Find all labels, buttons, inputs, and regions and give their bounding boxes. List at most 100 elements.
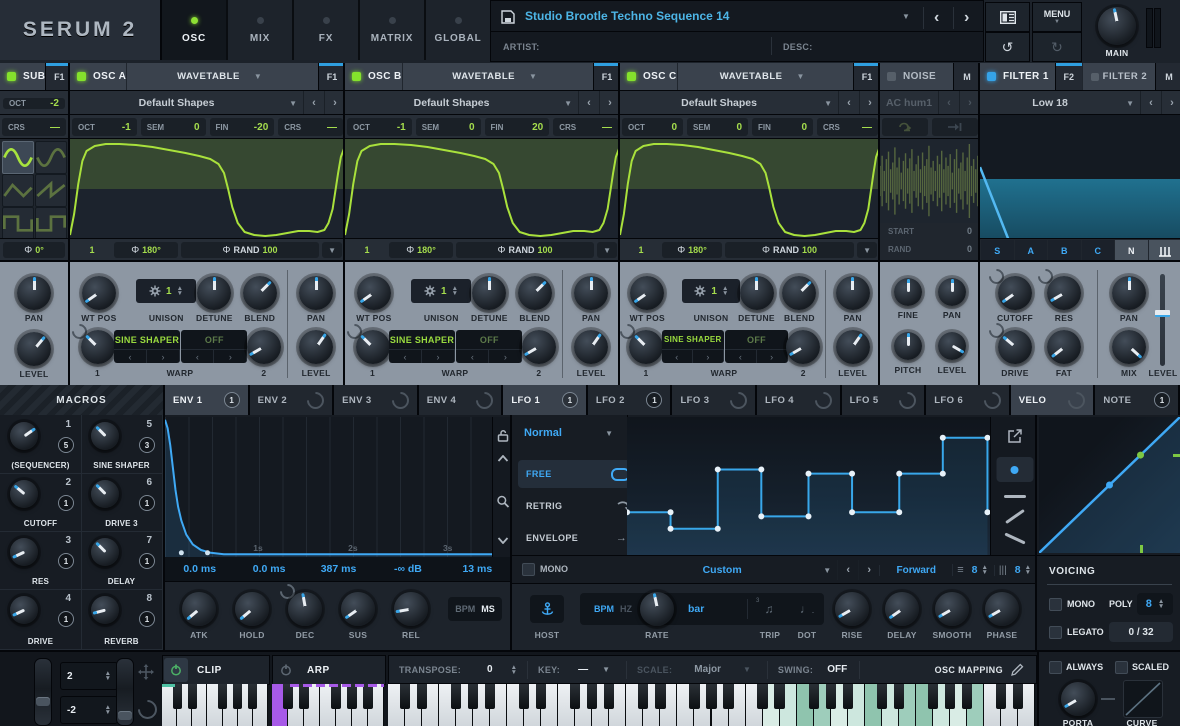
osc-b-warp1-knob[interactable]	[355, 330, 390, 364]
chevron-down-icon[interactable]: ▼	[558, 99, 578, 108]
noise-level-knob[interactable]	[938, 332, 966, 360]
black-key[interactable]	[944, 684, 955, 709]
lfo-rise-knob[interactable]	[835, 592, 869, 626]
env-release-value[interactable]: 13 ms	[443, 563, 512, 575]
ms-option[interactable]: MS	[481, 604, 495, 614]
grid-y-value[interactable]: 8	[968, 564, 982, 576]
grid-y-stepper[interactable]: ▲ ▼	[981, 564, 987, 576]
osc-a-crs-control[interactable]: CRS —	[278, 118, 343, 136]
lfo-direction[interactable]: Forward	[879, 564, 952, 576]
black-key[interactable]	[876, 684, 887, 709]
lfo-smooth-knob[interactable]	[935, 592, 969, 626]
lfo-tool-flat-line[interactable]	[1003, 495, 1026, 498]
sub-enable-led[interactable]	[7, 72, 16, 81]
clip-keyboard[interactable]	[162, 684, 268, 726]
lfo-trigger-envelope[interactable]: ENVELOPE →|	[518, 524, 638, 552]
macro-1-knob[interactable]	[10, 422, 38, 450]
nav-tab-osc[interactable]: OSC	[162, 0, 228, 60]
black-key[interactable]	[995, 684, 1007, 709]
bpm-option[interactable]: BPM	[580, 604, 614, 614]
preset-title[interactable]: Studio Brootle Techno Sequence 14	[525, 9, 729, 23]
scaled-checkbox[interactable]	[1115, 661, 1128, 674]
black-key[interactable]	[363, 684, 373, 709]
osc-c-warp2-knob[interactable]	[786, 330, 821, 364]
osc-c-detune-knob[interactable]	[739, 276, 774, 310]
noise-pan-knob[interactable]	[938, 278, 966, 306]
osc-b-level-knob[interactable]	[574, 330, 609, 364]
warp-prev-button[interactable]: ‹	[725, 350, 757, 363]
sub-shape-square-inv[interactable]	[35, 207, 67, 239]
lfo-trigger-retrig[interactable]: RETRIG	[518, 492, 638, 520]
poly-stepper[interactable]: 8 ▲ ▼	[1137, 593, 1173, 615]
filter-prev-button[interactable]: ‹	[1140, 91, 1161, 115]
wavetable-prev-button[interactable]: ‹	[578, 91, 599, 115]
env-hold-knob[interactable]	[235, 592, 269, 626]
osc-mapping-button[interactable]: OSC MAPPING	[935, 665, 1003, 675]
black-key[interactable]	[299, 684, 309, 709]
black-key[interactable]	[1012, 684, 1024, 709]
osc-a-phase-control[interactable]: Φ 180°	[114, 242, 178, 258]
osc-c-warp2-mode[interactable]: OFF ‹ ›	[725, 330, 788, 363]
osc-b-routing-button[interactable]: F1	[593, 63, 620, 90]
osc-c-fin-control[interactable]: FIN 0	[752, 118, 813, 136]
tab-lfo3[interactable]: LFO 3	[672, 385, 758, 415]
osc-a-routing-button[interactable]: F1	[318, 63, 345, 90]
sub-pan-knob[interactable]	[17, 276, 51, 310]
mono-checkbox[interactable]	[1049, 598, 1062, 611]
filter-header[interactable]: FILTER 1 F2 FILTER 2 M	[980, 63, 1180, 90]
osc-a-warp1-knob[interactable]	[80, 330, 115, 364]
chevron-down-icon[interactable]	[497, 537, 509, 544]
sub-shape-square[interactable]	[2, 207, 34, 239]
phase-menu-arrow[interactable]: ▼	[322, 242, 342, 258]
lfo-display[interactable]	[627, 417, 990, 555]
lfo-tool-ramp-up[interactable]	[1004, 508, 1025, 525]
wavetable-prev-button[interactable]: ‹	[303, 91, 324, 115]
env-dec-knob[interactable]	[288, 592, 322, 626]
osc-b-wavetable-name[interactable]: Default Shapes	[345, 97, 558, 109]
slider-thumb[interactable]	[1155, 310, 1170, 317]
undo-button[interactable]: ↺	[985, 32, 1030, 62]
porta-knob[interactable]	[1061, 682, 1095, 716]
osc-c-pan-knob[interactable]	[835, 276, 870, 310]
chevron-down-icon[interactable]: ▼	[737, 665, 757, 674]
preset-next-button[interactable]: ›	[953, 7, 979, 29]
osc-a-sem-control[interactable]: SEM 0	[140, 118, 206, 136]
filter2-enable-led[interactable]	[1090, 72, 1099, 81]
black-key[interactable]	[218, 684, 228, 709]
osc-a-enable-led[interactable]	[77, 72, 86, 81]
black-key[interactable]	[233, 684, 243, 709]
wheel-thumb[interactable]	[118, 711, 132, 720]
black-key[interactable]	[825, 684, 836, 709]
filter2-tab[interactable]: FILTER 2	[1081, 63, 1155, 90]
osc-c-rand-control[interactable]: Φ RAND 100	[725, 242, 855, 258]
osc-b-fin-control[interactable]: FIN 20	[484, 118, 550, 136]
osc-c-warp1-mode[interactable]: SINE SHAPER ‹ ›	[661, 330, 724, 363]
bend-down-stepper[interactable]: -2 ▲ ▼	[60, 696, 118, 724]
black-key[interactable]	[485, 684, 496, 709]
filter-level-slider[interactable]	[1155, 274, 1170, 366]
filter-route-osc-b[interactable]: B	[1048, 240, 1081, 262]
desc-label[interactable]: DESC:	[783, 42, 813, 52]
shape-prev-button[interactable]: ‹	[837, 560, 858, 580]
black-key[interactable]	[468, 684, 479, 709]
dotted-icon[interactable]: ♩.	[790, 602, 824, 616]
warp-next-button[interactable]: ›	[489, 350, 523, 363]
black-key[interactable]	[331, 684, 341, 709]
grid-x-stepper[interactable]: ▲ ▼	[1025, 564, 1031, 576]
black-key[interactable]	[927, 684, 938, 709]
noise-loop-button[interactable]	[882, 118, 928, 136]
lfo-mono-checkbox[interactable]	[522, 563, 535, 576]
tab-env4[interactable]: ENV 4	[418, 385, 504, 415]
black-key[interactable]	[450, 684, 462, 709]
wheel-thumb[interactable]	[36, 697, 50, 706]
grid-x-value[interactable]: 8	[1011, 564, 1025, 576]
env-attack-value[interactable]: 0.0 ms	[165, 563, 234, 575]
filter-res-knob[interactable]	[1047, 276, 1081, 310]
osc-a-level-knob[interactable]	[299, 330, 334, 364]
osc-b-phase-control[interactable]: Φ 180°	[389, 242, 453, 258]
sub-phase-control[interactable]: Φ 0°	[3, 242, 65, 258]
black-key[interactable]	[604, 684, 615, 709]
osc-a-rand-control[interactable]: Φ RAND 100	[181, 242, 320, 258]
osc-c-routing-button[interactable]: F1	[853, 63, 880, 90]
wavetable-next-button[interactable]: ›	[859, 91, 880, 115]
